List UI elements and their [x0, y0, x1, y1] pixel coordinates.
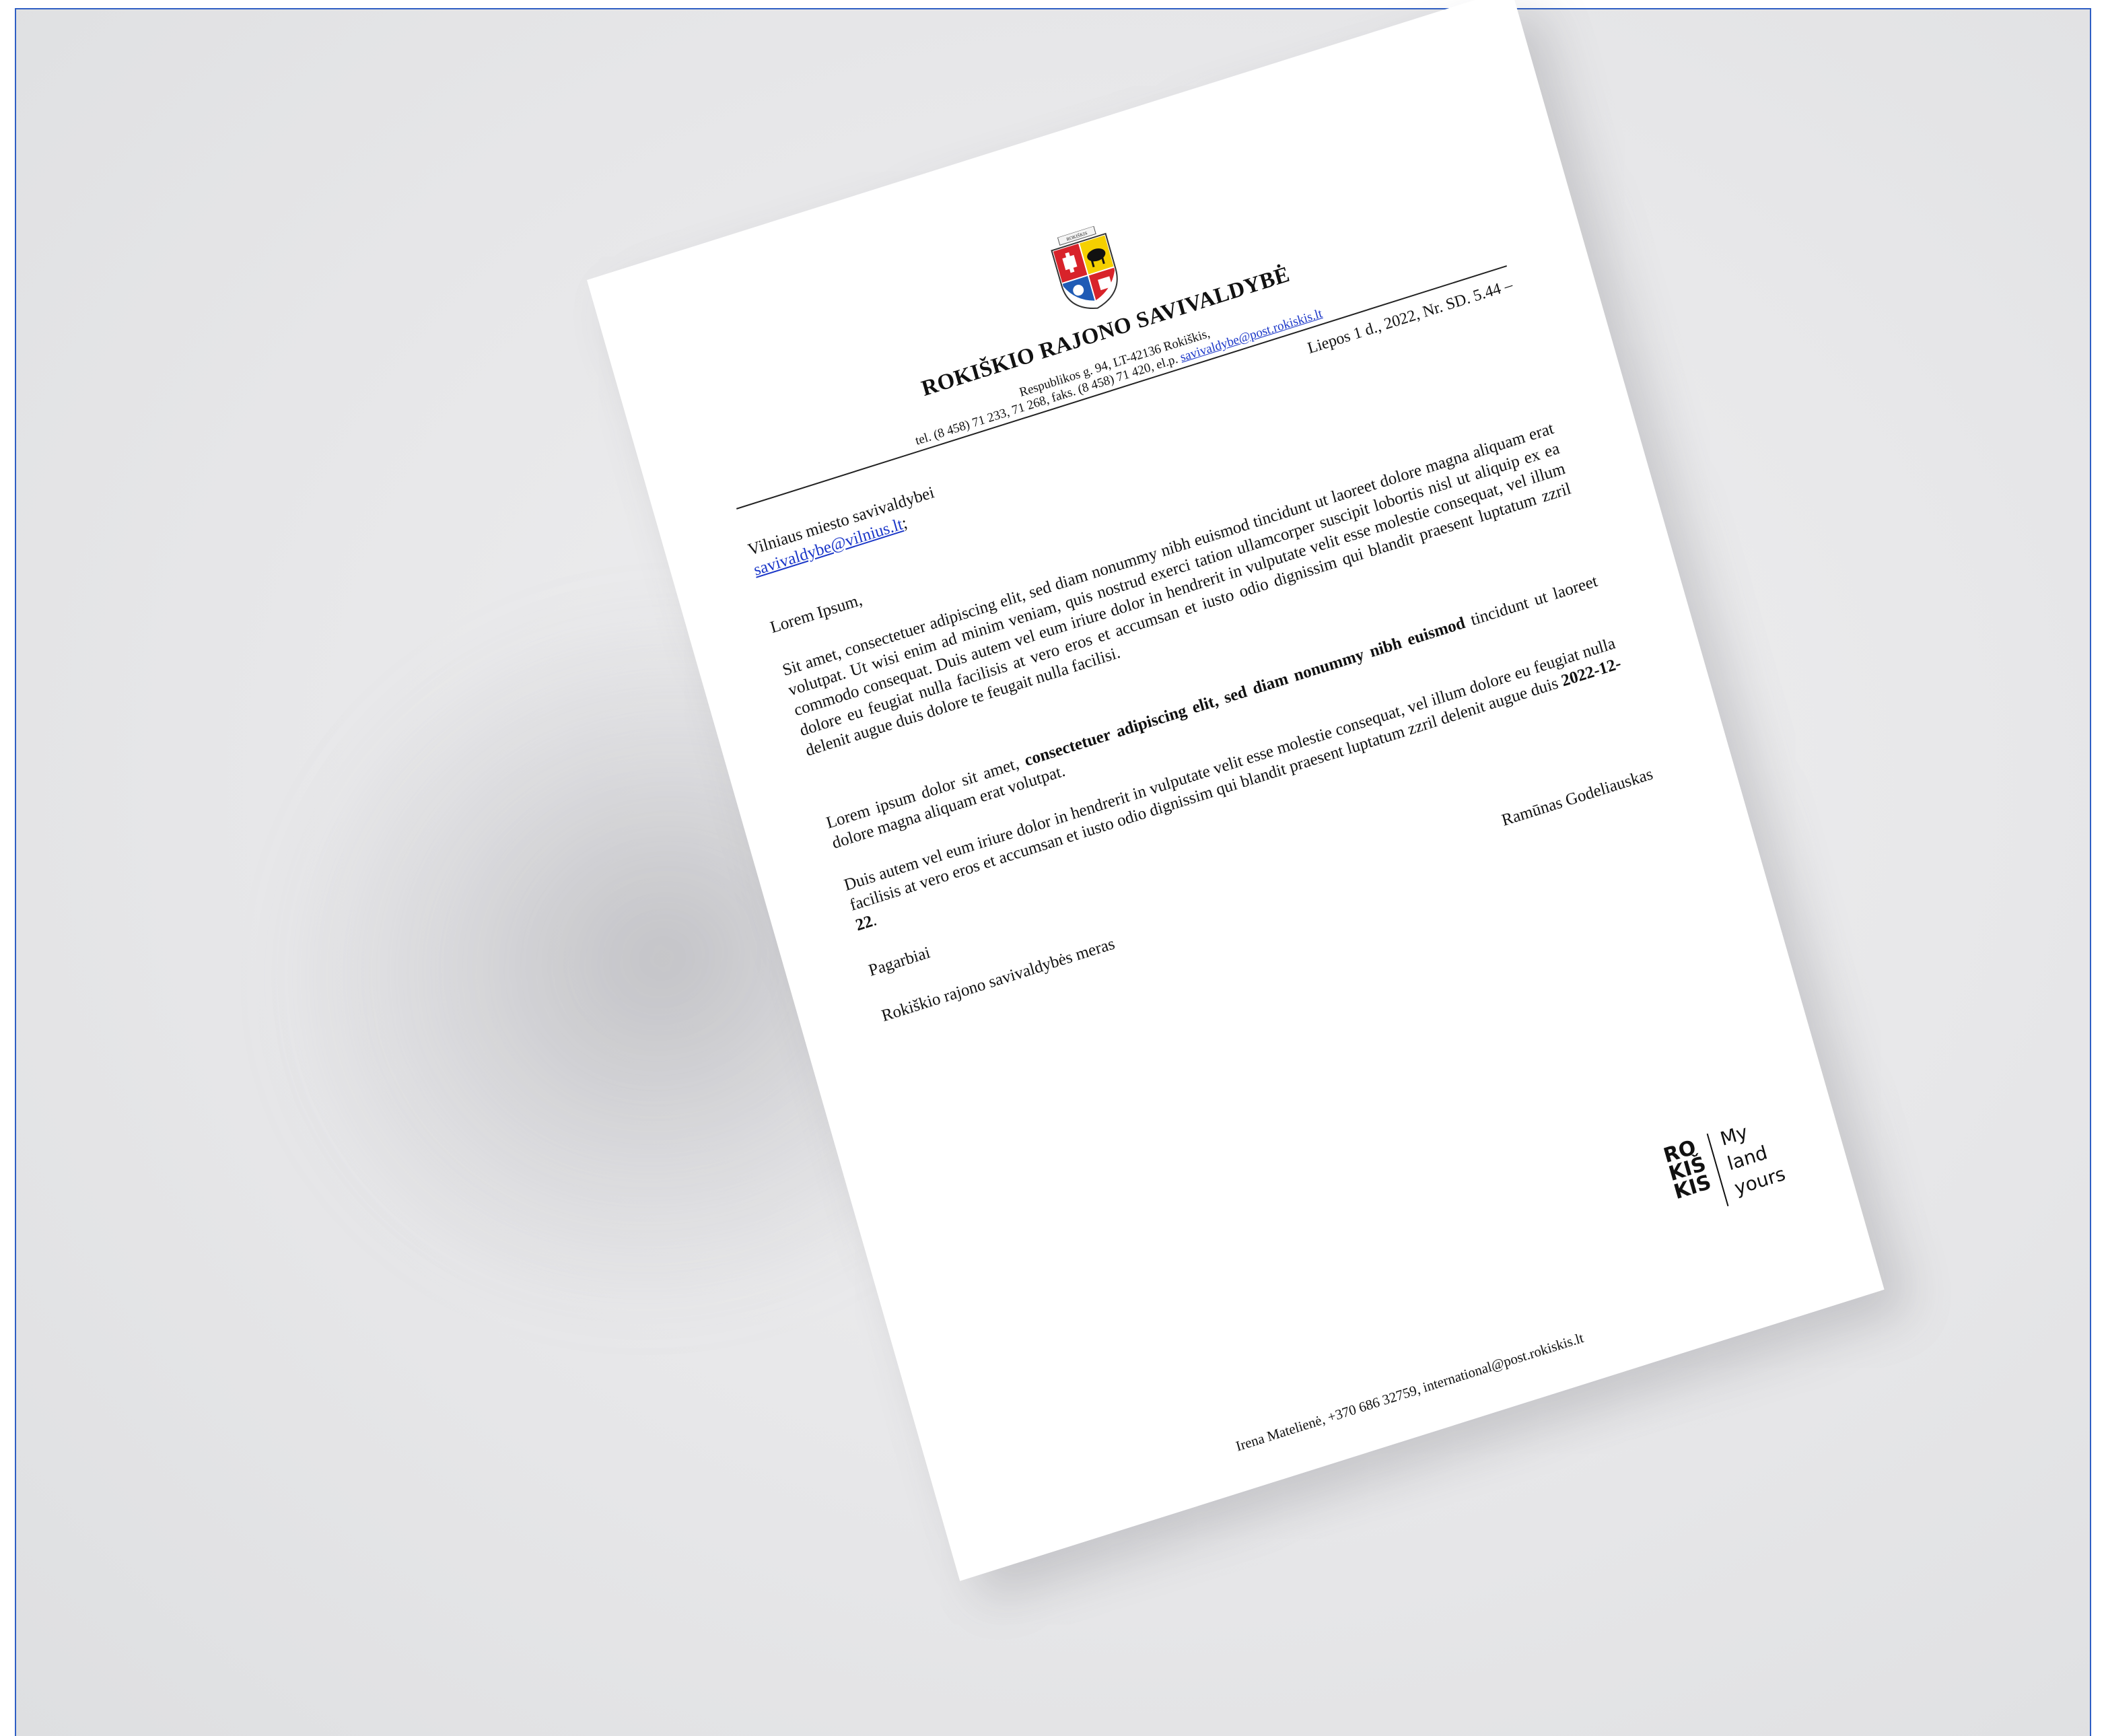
brand-logo: ROKIŠKIS My land yours: [1660, 1089, 1853, 1232]
brand-wordmark-text: ROKIŠKIS: [1660, 1136, 1714, 1205]
brand-wordmark: ROKIŠKIS: [1660, 1136, 1714, 1205]
contacts-text: tel. (8 458) 71 233, 71 268, faks. (8 45…: [913, 351, 1183, 448]
letter-page: ROKIŠKIS ROKIŠKIO RAJONO SAVIVALDYBĖ Res…: [587, 0, 1885, 1581]
coat-of-arms-logo: ROKIŠKIS: [1051, 225, 1118, 309]
letter-footer-contact: Irena Matelienė, +370 686 32759, interna…: [1234, 1329, 1586, 1455]
paper-layer: ROKIŠKIS ROKIŠKIO RAJONO SAVIVALDYBĖ Res…: [0, 0, 2106, 1736]
signer-name: Ramūnas Godeliauskas: [1500, 765, 1655, 830]
closing-phrase: Pagarbiai: [866, 943, 933, 980]
brand-tagline: My land yours: [1718, 1112, 1788, 1202]
salutation: Lorem Ipsum,: [768, 590, 864, 637]
letter-sheet: ROKIŠKIS ROKIŠKIO RAJONO SAVIVALDYBĖ Res…: [587, 0, 1885, 1581]
